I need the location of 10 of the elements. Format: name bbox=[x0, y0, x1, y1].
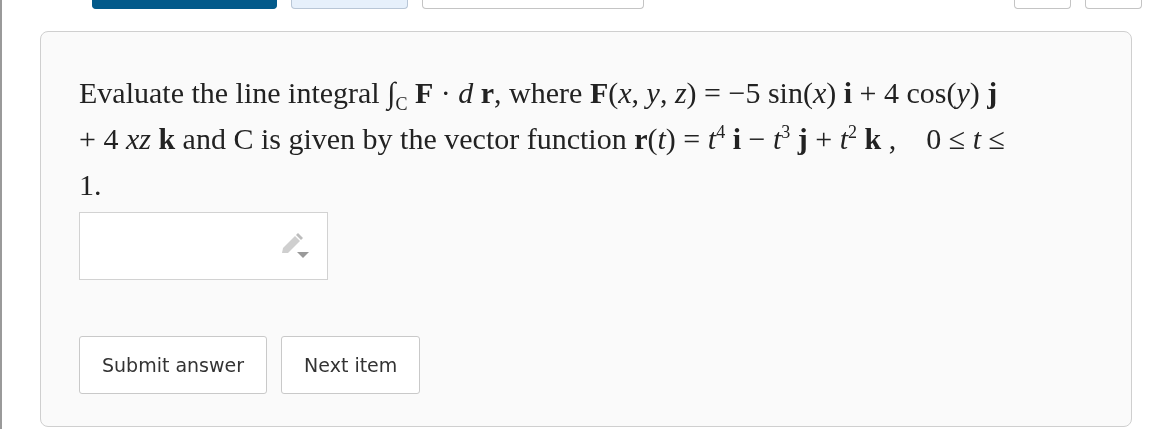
question-text: Evaluate the line integral ∫$_{C}$ F · d r, where F(x, y, z) = −5 sin(x) i + 4 cos(y) j + 4 xz k and C is given by the vector function r(t) = t$^{4}$ i − t$^{3}$ j + t$^{2}$ k , 0 ≤ t ≤ 1. bbox=[79, 75, 1006, 203]
toolbar-button[interactable] bbox=[92, 0, 277, 9]
toolbar-button[interactable] bbox=[422, 0, 644, 9]
toolbar-button[interactable] bbox=[1014, 0, 1071, 9]
toolbar-button[interactable] bbox=[1085, 0, 1142, 9]
answer-field[interactable] bbox=[79, 212, 328, 280]
pencil-icon[interactable] bbox=[279, 233, 309, 259]
toolbar-button[interactable] bbox=[291, 0, 408, 9]
submit-button[interactable]: Submit answer bbox=[79, 336, 268, 394]
next-button[interactable]: Next item bbox=[281, 336, 421, 394]
